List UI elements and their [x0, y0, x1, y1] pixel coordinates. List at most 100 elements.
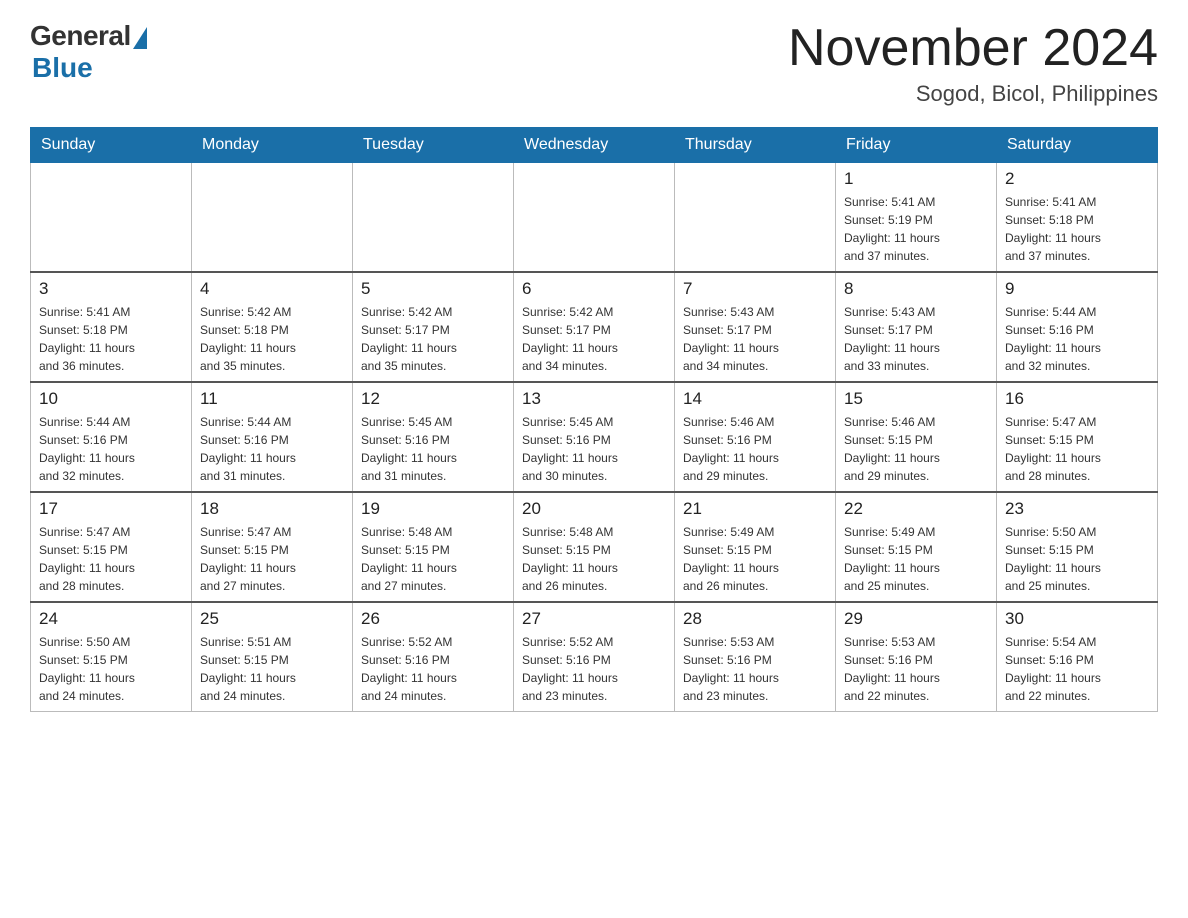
day-info: Sunrise: 5:47 AM Sunset: 5:15 PM Dayligh…: [39, 523, 183, 595]
day-number: 16: [1005, 389, 1149, 409]
table-row: 21 Sunrise: 5:49 AM Sunset: 5:15 PM Dayli…: [675, 492, 836, 602]
day-number: 5: [361, 279, 505, 299]
day-number: 11: [200, 389, 344, 409]
day-number: 26: [361, 609, 505, 629]
col-sunday: Sunday: [31, 128, 192, 163]
day-info: Sunrise: 5:44 AM Sunset: 5:16 PM Dayligh…: [200, 413, 344, 485]
day-number: 2: [1005, 169, 1149, 189]
day-number: 9: [1005, 279, 1149, 299]
table-row: 4Sunrise: 5:42 AM Sunset: 5:18 PM Daylig…: [192, 272, 353, 382]
day-info: Sunrise: 5:48 AM Sunset: 5:15 PM Dayligh…: [361, 523, 505, 595]
calendar-header-row: Sunday Monday Tuesday Wednesday Thursday…: [31, 128, 1158, 163]
day-number: 1: [844, 169, 988, 189]
table-row: 25 Sunrise: 5:51 AM Sunset: 5:15 PM Dayli…: [192, 602, 353, 712]
day-info: Sunrise: 5:46 AM Sunset: 5:15 PM Dayligh…: [844, 413, 988, 485]
logo-general-text: General: [30, 20, 131, 52]
logo: General Blue: [30, 20, 147, 84]
table-row: 5 Sunrise: 5:42 AM Sunset: 5:17 PM Daylig…: [353, 272, 514, 382]
day-info: Sunrise: 5:44 AM Sunset: 5:16 PM Dayligh…: [1005, 303, 1149, 375]
logo-triangle-icon: [133, 27, 147, 49]
calendar-week-row: 17 Sunrise: 5:47 AM Sunset: 5:15 PM Dayli…: [31, 492, 1158, 602]
table-row: 1 Sunrise: 5:41 AM Sunset: 5:19 PM Daylig…: [836, 163, 997, 273]
day-info: Sunrise: 5:46 AM Sunset: 5:16 PM Dayligh…: [683, 413, 827, 485]
col-saturday: Saturday: [997, 128, 1158, 163]
col-wednesday: Wednesday: [514, 128, 675, 163]
table-row: 7 Sunrise: 5:43 AM Sunset: 5:17 PM Daylig…: [675, 272, 836, 382]
table-row: 3 Sunrise: 5:41 AM Sunset: 5:18 PM Daylig…: [31, 272, 192, 382]
table-row: 6 Sunrise: 5:42 AM Sunset: 5:17 PM Daylig…: [514, 272, 675, 382]
table-row: 27 Sunrise: 5:52 AM Sunset: 5:16 PM Dayli…: [514, 602, 675, 712]
day-info: Sunrise: 5:49 AM Sunset: 5:15 PM Dayligh…: [844, 523, 988, 595]
table-row: 13Sunrise: 5:45 AM Sunset: 5:16 PM Dayli…: [514, 382, 675, 492]
table-row: [192, 163, 353, 273]
day-info: Sunrise: 5:53 AM Sunset: 5:16 PM Dayligh…: [844, 633, 988, 705]
day-number: 10: [39, 389, 183, 409]
table-row: 16 Sunrise: 5:47 AM Sunset: 5:15 PM Dayli…: [997, 382, 1158, 492]
table-row: [353, 163, 514, 273]
col-friday: Friday: [836, 128, 997, 163]
day-number: 6: [522, 279, 666, 299]
table-row: 14 Sunrise: 5:46 AM Sunset: 5:16 PM Dayli…: [675, 382, 836, 492]
day-info: Sunrise: 5:51 AM Sunset: 5:15 PM Dayligh…: [200, 633, 344, 705]
day-info: Sunrise: 5:43 AM Sunset: 5:17 PM Dayligh…: [683, 303, 827, 375]
calendar-week-row: 3 Sunrise: 5:41 AM Sunset: 5:18 PM Daylig…: [31, 272, 1158, 382]
table-row: 15Sunrise: 5:46 AM Sunset: 5:15 PM Dayli…: [836, 382, 997, 492]
day-number: 27: [522, 609, 666, 629]
day-info: Sunrise: 5:43 AM Sunset: 5:17 PM Dayligh…: [844, 303, 988, 375]
day-number: 25: [200, 609, 344, 629]
page-header: General Blue November 2024 Sogod, Bicol,…: [30, 20, 1158, 107]
table-row: 19 Sunrise: 5:48 AM Sunset: 5:15 PM Dayli…: [353, 492, 514, 602]
table-row: 23Sunrise: 5:50 AM Sunset: 5:15 PM Dayli…: [997, 492, 1158, 602]
day-info: Sunrise: 5:54 AM Sunset: 5:16 PM Dayligh…: [1005, 633, 1149, 705]
day-number: 3: [39, 279, 183, 299]
col-monday: Monday: [192, 128, 353, 163]
table-row: 20 Sunrise: 5:48 AM Sunset: 5:15 PM Dayli…: [514, 492, 675, 602]
day-number: 30: [1005, 609, 1149, 629]
table-row: 17 Sunrise: 5:47 AM Sunset: 5:15 PM Dayli…: [31, 492, 192, 602]
table-row: 10 Sunrise: 5:44 AM Sunset: 5:16 PM Dayli…: [31, 382, 192, 492]
table-row: 30 Sunrise: 5:54 AM Sunset: 5:16 PM Dayli…: [997, 602, 1158, 712]
col-thursday: Thursday: [675, 128, 836, 163]
table-row: 22 Sunrise: 5:49 AM Sunset: 5:15 PM Dayli…: [836, 492, 997, 602]
day-number: 20: [522, 499, 666, 519]
table-row: [675, 163, 836, 273]
calendar-week-row: 24Sunrise: 5:50 AM Sunset: 5:15 PM Dayli…: [31, 602, 1158, 712]
col-tuesday: Tuesday: [353, 128, 514, 163]
title-block: November 2024 Sogod, Bicol, Philippines: [788, 20, 1158, 107]
day-info: Sunrise: 5:41 AM Sunset: 5:18 PM Dayligh…: [39, 303, 183, 375]
day-info: Sunrise: 5:48 AM Sunset: 5:15 PM Dayligh…: [522, 523, 666, 595]
day-info: Sunrise: 5:42 AM Sunset: 5:17 PM Dayligh…: [361, 303, 505, 375]
day-info: Sunrise: 5:50 AM Sunset: 5:15 PM Dayligh…: [39, 633, 183, 705]
day-number: 7: [683, 279, 827, 299]
day-number: 17: [39, 499, 183, 519]
calendar-table: Sunday Monday Tuesday Wednesday Thursday…: [30, 127, 1158, 712]
day-info: Sunrise: 5:53 AM Sunset: 5:16 PM Dayligh…: [683, 633, 827, 705]
day-info: Sunrise: 5:42 AM Sunset: 5:18 PM Dayligh…: [200, 303, 344, 375]
table-row: 9 Sunrise: 5:44 AM Sunset: 5:16 PM Daylig…: [997, 272, 1158, 382]
logo-blue-text: Blue: [32, 52, 93, 84]
day-info: Sunrise: 5:45 AM Sunset: 5:16 PM Dayligh…: [522, 413, 666, 485]
table-row: 11 Sunrise: 5:44 AM Sunset: 5:16 PM Dayli…: [192, 382, 353, 492]
day-info: Sunrise: 5:50 AM Sunset: 5:15 PM Dayligh…: [1005, 523, 1149, 595]
day-info: Sunrise: 5:44 AM Sunset: 5:16 PM Dayligh…: [39, 413, 183, 485]
calendar-week-row: 1 Sunrise: 5:41 AM Sunset: 5:19 PM Daylig…: [31, 163, 1158, 273]
calendar-week-row: 10 Sunrise: 5:44 AM Sunset: 5:16 PM Dayli…: [31, 382, 1158, 492]
day-number: 29: [844, 609, 988, 629]
day-number: 22: [844, 499, 988, 519]
day-number: 14: [683, 389, 827, 409]
day-number: 19: [361, 499, 505, 519]
day-number: 28: [683, 609, 827, 629]
day-number: 21: [683, 499, 827, 519]
day-info: Sunrise: 5:42 AM Sunset: 5:17 PM Dayligh…: [522, 303, 666, 375]
table-row: [514, 163, 675, 273]
day-info: Sunrise: 5:49 AM Sunset: 5:15 PM Dayligh…: [683, 523, 827, 595]
table-row: 8Sunrise: 5:43 AM Sunset: 5:17 PM Daylig…: [836, 272, 997, 382]
day-info: Sunrise: 5:52 AM Sunset: 5:16 PM Dayligh…: [361, 633, 505, 705]
day-info: Sunrise: 5:41 AM Sunset: 5:19 PM Dayligh…: [844, 193, 988, 265]
location-subtitle: Sogod, Bicol, Philippines: [788, 81, 1158, 107]
day-number: 12: [361, 389, 505, 409]
day-info: Sunrise: 5:47 AM Sunset: 5:15 PM Dayligh…: [1005, 413, 1149, 485]
table-row: 2Sunrise: 5:41 AM Sunset: 5:18 PM Daylig…: [997, 163, 1158, 273]
day-info: Sunrise: 5:47 AM Sunset: 5:15 PM Dayligh…: [200, 523, 344, 595]
day-info: Sunrise: 5:52 AM Sunset: 5:16 PM Dayligh…: [522, 633, 666, 705]
